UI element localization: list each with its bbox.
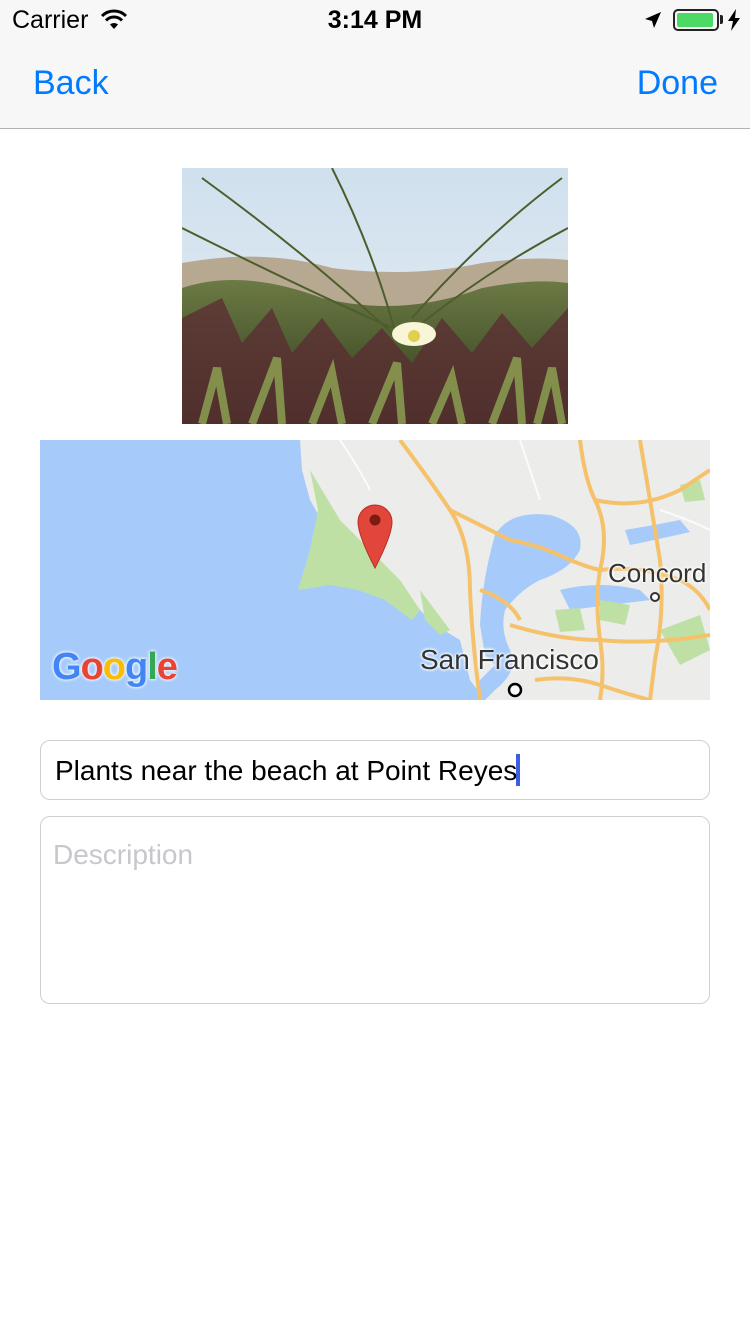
google-logo-letter: G [52,646,82,688]
google-logo-letter: e [156,646,178,688]
battery-nub [720,15,723,24]
title-field[interactable]: Plants near the beach at Point Reyes [40,740,710,800]
navigation-bar: Back Done [0,40,750,129]
photo[interactable] [182,168,568,424]
status-bar: Carrier 3:14 PM [0,0,750,40]
done-button[interactable]: Done [637,64,718,103]
google-logo: Google [52,646,178,689]
battery-level [677,13,714,27]
charging-bolt-icon [728,9,740,31]
clock: 3:14 PM [327,6,423,34]
map-view[interactable]: Concord San Francisco Google [40,440,710,700]
google-logo-letter: g [125,646,148,688]
battery-icon [673,9,719,31]
title-field-text: Plants near the beach at Point Reyes [55,754,521,787]
map-label-san-francisco: San Francisco [420,644,599,675]
back-button[interactable]: Back [33,64,109,103]
text-cursor [516,754,521,786]
google-logo-letter: l [147,646,158,688]
description-placeholder: Description [53,839,194,870]
location-arrow-icon [645,12,661,28]
description-field[interactable]: Description [40,816,710,1004]
map-label-concord: Concord [608,558,707,588]
google-logo-letter: o [102,646,126,688]
title-value: Plants near the beach at Point Reyes [55,755,518,786]
google-logo-letter: o [80,646,104,688]
